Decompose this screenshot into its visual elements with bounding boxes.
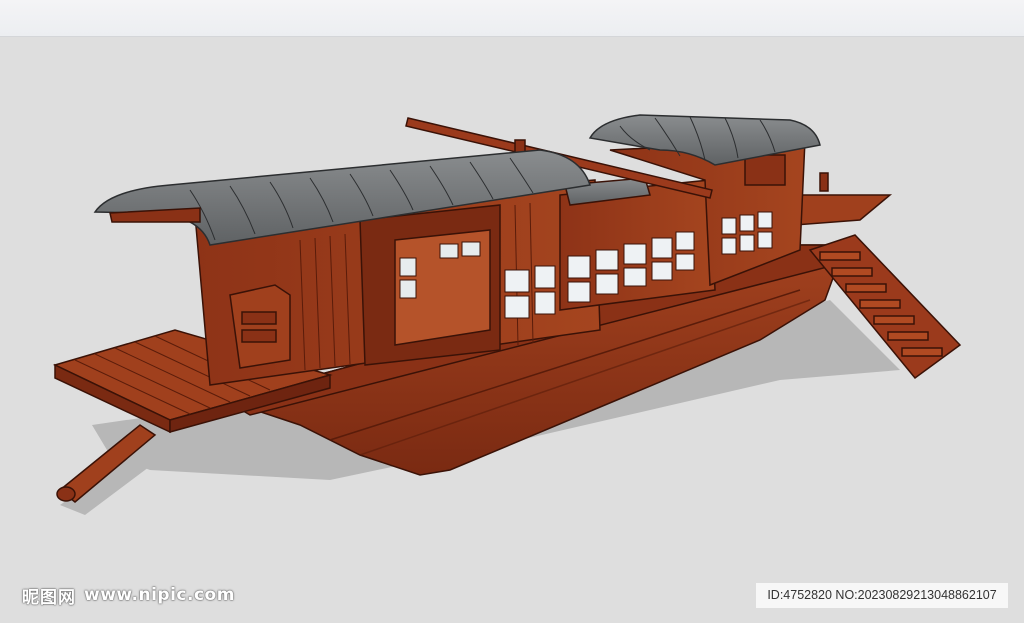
watermark-url: www.nipic.com bbox=[84, 585, 235, 605]
render-viewport bbox=[0, 37, 1024, 623]
watermark-brand: 昵图网 bbox=[22, 587, 76, 608]
middle-cabin bbox=[559, 177, 716, 311]
watermark-id-label: ID:4752820 NO:20230829213048862107 bbox=[756, 583, 1008, 608]
nipic-watermark: 昵图网 www.nipic.com bbox=[22, 582, 235, 608]
boat-illustration bbox=[52, 114, 962, 515]
rear-deck bbox=[789, 172, 893, 226]
